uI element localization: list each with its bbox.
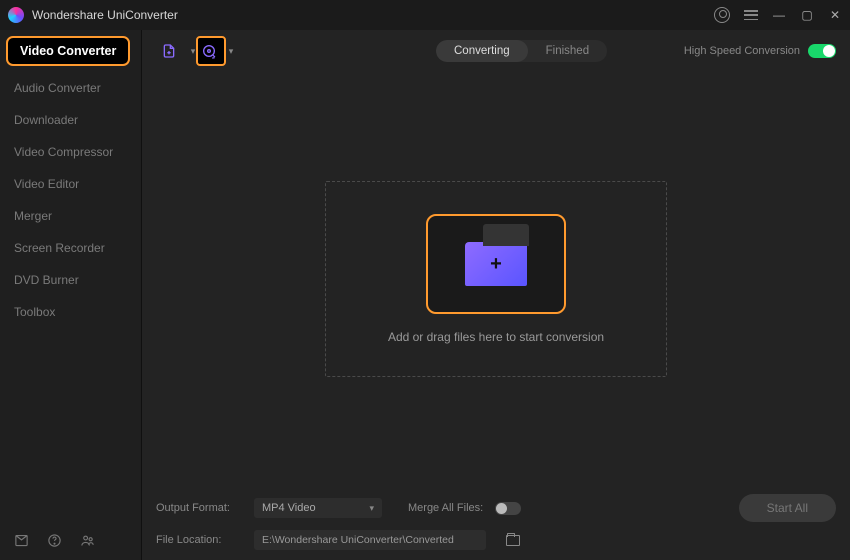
toolbar: ▾ ▾ Converting Finished High Speed Conve… — [142, 30, 850, 72]
close-button[interactable]: ✕ — [828, 8, 842, 22]
community-icon[interactable] — [80, 533, 95, 548]
sidebar-item-screen-recorder[interactable]: Screen Recorder — [0, 232, 141, 264]
tab-converting[interactable]: Converting — [436, 40, 528, 62]
chevron-down-icon: ▾ — [229, 46, 234, 57]
drop-zone[interactable]: + Add or drag files here to start conver… — [325, 181, 667, 377]
browse-folder-icon[interactable] — [506, 535, 520, 546]
sidebar-item-downloader[interactable]: Downloader — [0, 104, 141, 136]
sidebar-item-merger[interactable]: Merger — [0, 200, 141, 232]
chevron-down-icon: ▾ — [369, 503, 374, 514]
tab-group: Converting Finished — [436, 40, 607, 62]
merge-all-toggle[interactable] — [495, 502, 521, 515]
minimize-button[interactable]: — — [772, 8, 786, 22]
tab-finished[interactable]: Finished — [528, 40, 607, 62]
add-files-card[interactable]: + — [426, 214, 566, 314]
footer: Output Format: MP4 Video▾ Merge All File… — [142, 486, 850, 560]
file-location-label: File Location: — [156, 534, 242, 546]
menu-icon[interactable] — [744, 10, 758, 20]
output-format-select[interactable]: MP4 Video▾ — [254, 498, 382, 518]
output-format-label: Output Format: — [156, 502, 242, 514]
add-file-button[interactable]: ▾ — [156, 36, 186, 66]
sidebar-item-video-editor[interactable]: Video Editor — [0, 168, 141, 200]
sidebar-item-toolbox[interactable]: Toolbox — [0, 296, 141, 328]
app-logo-icon — [8, 7, 24, 23]
file-location-input[interactable]: E:\Wondershare UniConverter\Converted — [254, 530, 486, 550]
help-icon[interactable] — [47, 533, 62, 548]
account-icon[interactable] — [714, 7, 730, 23]
high-speed-label: High Speed Conversion — [684, 45, 800, 57]
folder-add-icon: + — [465, 242, 527, 286]
start-all-button[interactable]: Start All — [739, 494, 836, 522]
chevron-down-icon: ▾ — [191, 46, 196, 57]
title-bar: Wondershare UniConverter — ▢ ✕ — [0, 0, 850, 30]
tutorial-icon[interactable] — [14, 533, 29, 548]
sidebar-item-video-compressor[interactable]: Video Compressor — [0, 136, 141, 168]
add-dvd-button[interactable]: ▾ — [196, 36, 226, 66]
sidebar-item-dvd-burner[interactable]: DVD Burner — [0, 264, 141, 296]
sidebar-item-video-converter[interactable]: Video Converter — [0, 30, 141, 72]
high-speed-toggle[interactable] — [808, 44, 836, 58]
app-title: Wondershare UniConverter — [32, 8, 178, 22]
sidebar: Video Converter Audio Converter Download… — [0, 30, 142, 560]
drop-zone-text: Add or drag files here to start conversi… — [388, 330, 604, 344]
maximize-button[interactable]: ▢ — [800, 8, 814, 22]
merge-all-label: Merge All Files: — [408, 502, 483, 514]
sidebar-item-audio-converter[interactable]: Audio Converter — [0, 72, 141, 104]
